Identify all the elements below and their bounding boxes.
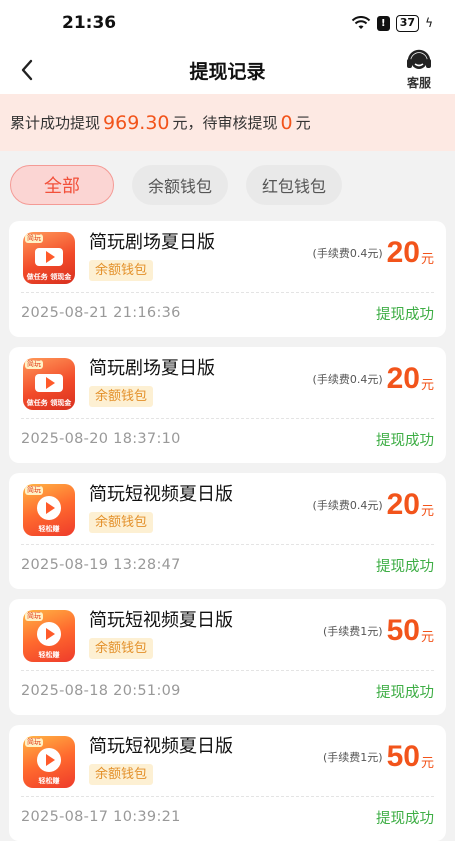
withdraw-summary: 累计成功提现 969.30 元，待审核提现 0 元 [0,94,455,151]
withdraw-amount: 50 [386,614,420,647]
status-badge: 提现成功 [376,558,434,575]
amount-unit: 元 [420,503,434,519]
theater-app-icon: 简玩 做任务 领现金 [23,232,75,284]
battery-icon: 37 [395,14,420,32]
customer-service-label: 客服 [406,76,431,90]
divider [21,544,434,545]
tab-red-packet-wallet[interactable]: 红包钱包 [246,165,343,205]
divider [21,418,434,419]
status-badge: 提现成功 [376,432,434,449]
status-time: 21:36 [62,13,117,33]
withdraw-time: 2025-08-17 10:39:21 [21,809,181,825]
fee-text: (手续费1元) [323,751,383,764]
app-name: 简玩短视频夏日版 [89,610,233,631]
amount-unit: 元 [420,629,434,645]
customer-service-button[interactable]: 客服 [399,46,439,91]
withdraw-time: 2025-08-19 13:28:47 [21,557,181,573]
withdraw-record-card[interactable]: 简玩 轻松赚 简玩短视频夏日版 余额钱包 (手续费0.4元) 20 元 2025… [9,473,446,589]
wallet-tag: 余额钱包 [89,386,154,407]
withdraw-amount: 20 [386,488,420,521]
video-app-icon: 简玩 轻松赚 [23,610,75,662]
fee-text: (手续费0.4元) [312,247,383,260]
total-withdrawn-amount: 969.30 [103,111,170,134]
wallet-tag: 余额钱包 [89,764,154,785]
nav-bar: 提现记录 客服 [0,46,455,94]
withdraw-amount: 20 [386,362,420,395]
withdraw-time: 2025-08-21 21:16:36 [21,305,181,321]
withdraw-time: 2025-08-20 18:37:10 [21,431,181,447]
pending-amount: 0 [280,111,293,134]
theater-app-icon: 简玩 做任务 领现金 [23,358,75,410]
status-badge: 提现成功 [376,810,434,827]
fee-text: (手续费0.4元) [312,373,383,386]
filter-tabs: 全部 余额钱包 红包钱包 [0,151,455,221]
wallet-tag: 余额钱包 [89,512,154,533]
app-name: 简玩剧场夏日版 [89,232,215,253]
wallet-tag: 余额钱包 [89,260,154,281]
app-name: 简玩短视频夏日版 [89,736,233,757]
amount-unit: 元 [420,755,434,771]
video-app-icon: 简玩 轻松赚 [23,736,75,788]
amount-unit: 元 [420,377,434,393]
withdraw-amount: 50 [386,740,420,773]
app-name: 简玩短视频夏日版 [89,484,233,505]
divider [21,796,434,797]
app-name: 简玩剧场夏日版 [89,358,215,379]
summary-suffix: 元 [295,114,311,132]
wifi-icon [351,16,370,29]
withdraw-record-card[interactable]: 简玩 轻松赚 简玩短视频夏日版 余额钱包 (手续费1元) 50 元 2025-0… [9,599,446,715]
summary-prefix: 累计成功提现 [10,114,101,132]
withdraw-time: 2025-08-18 20:51:09 [21,683,181,699]
withdraw-record-card[interactable]: 简玩 做任务 领现金 简玩剧场夏日版 余额钱包 (手续费0.4元) 20 元 2… [9,347,446,463]
status-badge: 提现成功 [376,306,434,323]
back-button[interactable] [12,54,42,86]
divider [21,670,434,671]
charging-icon: ϟ [425,16,433,30]
summary-mid: 元，待审核提现 [172,114,278,132]
chevron-left-icon [21,59,33,81]
withdraw-record-list: 简玩 做任务 领现金 简玩剧场夏日版 余额钱包 (手续费0.4元) 20 元 2… [0,221,455,841]
status-icons: ! 37 ϟ [351,14,433,32]
alert-icon: ! [376,15,390,31]
page-title: 提现记录 [189,60,266,83]
withdraw-record-card[interactable]: 简玩 做任务 领现金 简玩剧场夏日版 余额钱包 (手续费0.4元) 20 元 2… [9,221,446,337]
wallet-tag: 余额钱包 [89,638,154,659]
status-badge: 提现成功 [376,684,434,701]
status-bar: 21:36 ! 37 ϟ [0,0,455,46]
tab-all[interactable]: 全部 [10,165,114,205]
fee-text: (手续费1元) [323,625,383,638]
divider [21,292,434,293]
withdraw-record-card[interactable]: 简玩 轻松赚 简玩短视频夏日版 余额钱包 (手续费1元) 50 元 2025-0… [9,725,446,841]
headset-icon [407,49,431,69]
video-app-icon: 简玩 轻松赚 [23,484,75,536]
withdraw-amount: 20 [386,236,420,269]
fee-text: (手续费0.4元) [312,499,383,512]
tab-balance-wallet[interactable]: 余额钱包 [132,165,229,205]
amount-unit: 元 [420,251,434,267]
